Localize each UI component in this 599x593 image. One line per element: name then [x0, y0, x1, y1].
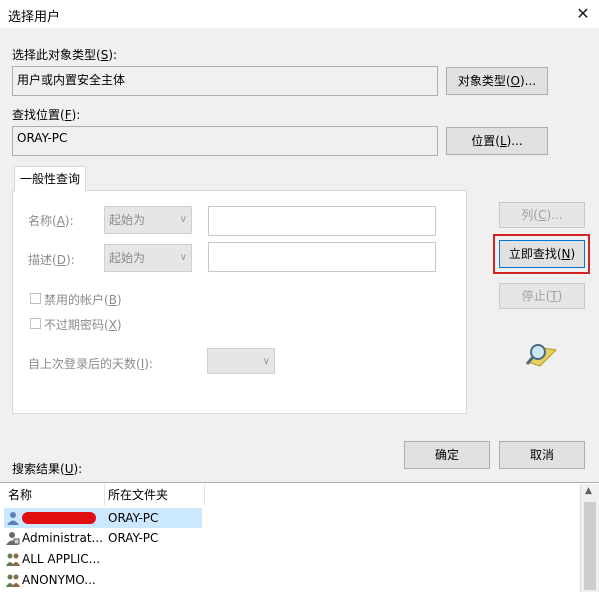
non-expiring-password-label: 不过期密码(X)	[44, 318, 122, 332]
window-title: 选择用户	[8, 10, 61, 25]
results-scrollbar[interactable]: ▲	[580, 484, 599, 592]
admin-user-icon	[6, 532, 20, 545]
row-name: ANONYMO...	[22, 573, 96, 587]
scrollbar-thumb[interactable]	[584, 502, 596, 590]
name-input[interactable]	[208, 206, 436, 236]
columns-button[interactable]: 列(C)...	[499, 202, 585, 228]
row-name: Administrat...	[22, 531, 103, 545]
ok-button[interactable]: 确定	[404, 441, 490, 469]
days-since-logon-select[interactable]: ∨	[207, 348, 275, 374]
row-folder: ORAY-PC	[108, 511, 159, 525]
table-row[interactable]: ORAY-PC	[4, 508, 204, 528]
tab-common-queries[interactable]: 一般性查询	[14, 166, 86, 192]
table-row[interactable]: Administrat... ORAY-PC	[4, 528, 204, 548]
chevron-down-icon: ∨	[262, 356, 270, 367]
locations-button[interactable]: 位置(L)...	[446, 127, 548, 155]
column-header-name[interactable]: 名称	[4, 484, 105, 506]
table-row[interactable]: ALL APPLIC...	[4, 549, 204, 569]
cancel-button[interactable]: 取消	[499, 441, 585, 469]
title-bar: 选择用户 ✕	[0, 0, 599, 28]
non-expiring-password-checkbox[interactable]	[30, 318, 41, 329]
chevron-down-icon: ∨	[179, 252, 187, 263]
close-icon[interactable]: ✕	[572, 3, 594, 25]
description-input[interactable]	[208, 242, 436, 272]
search-results-label: 搜索结果(U):	[12, 462, 83, 476]
search-animation-icon	[524, 340, 558, 368]
days-since-logon-label: 自上次登录后的天数(I):	[28, 357, 153, 371]
row-name: ALL APPLIC...	[22, 552, 101, 566]
find-now-button[interactable]: 立即查找(N)	[499, 240, 585, 268]
stop-button[interactable]: 停止(T)	[499, 283, 585, 309]
group-icon	[6, 553, 20, 566]
location-label: 查找位置(F):	[12, 108, 81, 122]
description-label: 描述(D):	[28, 253, 75, 267]
location-field: ORAY-PC	[12, 126, 438, 156]
object-types-button[interactable]: 对象类型(O)...	[446, 67, 548, 95]
name-label: 名称(A):	[28, 214, 74, 228]
disabled-accounts-label: 禁用的帐户(B)	[44, 293, 122, 307]
group-icon	[6, 574, 20, 587]
object-type-field: 用户或内置安全主体	[12, 66, 438, 96]
chevron-down-icon: ∨	[179, 214, 187, 225]
object-type-label: 选择此对象类型(S):	[12, 48, 118, 62]
row-folder: ORAY-PC	[108, 531, 159, 545]
user-icon	[7, 512, 19, 525]
redacted-name	[22, 512, 96, 524]
name-mode-select[interactable]: 起始为 ∨	[104, 206, 192, 234]
column-header-folder[interactable]: 所在文件夹	[102, 484, 205, 506]
scroll-up-icon[interactable]: ▲	[585, 486, 592, 496]
table-row[interactable]: ANONYMO...	[4, 570, 204, 590]
description-mode-select[interactable]: 起始为 ∨	[104, 244, 192, 272]
disabled-accounts-checkbox[interactable]	[30, 293, 41, 304]
